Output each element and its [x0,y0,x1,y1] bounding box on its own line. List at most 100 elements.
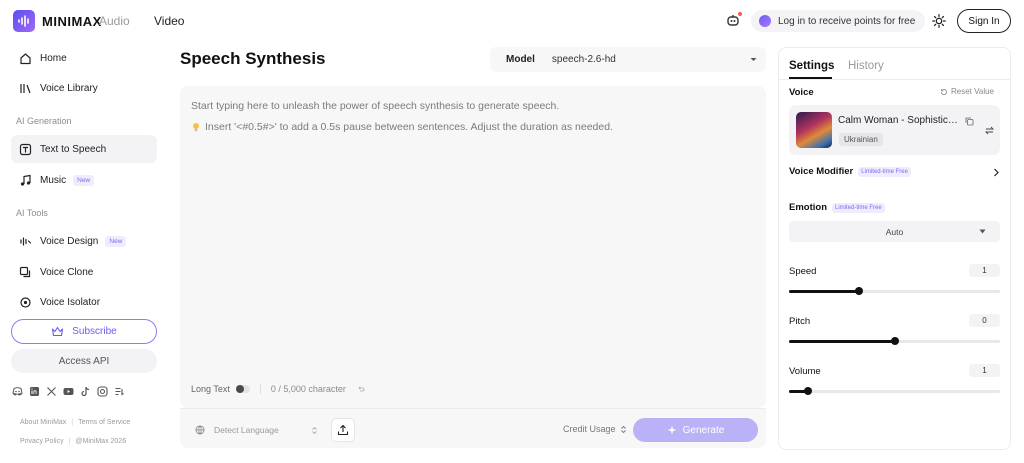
login-promo-button[interactable]: Log in to receive points for free [751,10,926,32]
char-count: 0 / 5,000 character [270,384,346,394]
model-value: speech-2.6-hd [551,54,616,65]
clear-icon[interactable] [357,385,365,393]
new-badge: New [105,235,127,247]
voice-design-icon [20,236,32,246]
globe-icon [195,425,205,435]
subscribe-label: Subscribe [72,326,117,337]
new-badge: New [73,174,95,186]
login-promo-text: Log in to receive points for free [778,15,916,27]
settings-panel: Settings History Voice Reset Value Calm … [778,47,1011,450]
editor-tip-text: Insert '<#0.5#>' to add a 0.5s pause bet… [205,121,613,133]
generate-button[interactable]: Generate [633,418,758,442]
pitch-value-input[interactable]: 0 [969,314,1000,327]
linkedin-icon[interactable] [29,384,40,396]
sidebar-item-label: Voice Isolator [40,296,101,308]
sparkle-icon [667,425,677,435]
swap-icon[interactable] [985,126,994,135]
volume-value-input[interactable]: 1 [969,364,1000,377]
emotion-value: Auto [885,226,904,237]
sidebar-item-label: Home [40,52,67,64]
sidebar-item-home[interactable]: Home [11,44,157,72]
sidebar-item-label: Voice Library [40,82,98,94]
voice-card[interactable]: Calm Woman - Sophisticated Ukrainian [789,105,1000,155]
emotion-select[interactable]: Auto [789,221,1000,242]
limited-time-badge: Limited-time Free [858,166,911,177]
tab-history[interactable]: History [848,60,884,72]
reset-value-button[interactable]: Reset Value [940,87,994,96]
sidebar-item-text-to-speech[interactable]: Text to Speech [11,135,157,163]
sidebar-item-music[interactable]: Music New [11,166,157,194]
long-text-toggle[interactable] [235,385,250,393]
model-select[interactable]: Model speech-2.6-hd [490,47,766,72]
sidebar-item-voice-clone[interactable]: Voice Clone [11,258,157,286]
points-icon [759,15,771,27]
logo-icon [13,10,35,32]
chevron-right-icon[interactable] [992,168,1000,177]
tiktok-icon[interactable] [80,384,91,397]
speed-value-input[interactable]: 1 [969,264,1000,277]
lightbulb-icon [193,123,199,132]
reset-icon [941,88,947,95]
tab-settings[interactable]: Settings [789,60,834,79]
about-link[interactable]: About MiniMax [20,419,66,426]
emotion-label: Emotion Limited-time Free [789,202,885,213]
editor-bottom-bar: Detect Language Credit Usage Generate [180,408,766,448]
tts-icon [19,143,32,155]
detect-language-select[interactable]: Detect Language [189,419,322,441]
long-text-control: Long Text 0 / 5,000 character [191,384,365,394]
top-bar: MINIMAX Audio Video Log in to receive po… [0,0,1024,42]
detect-language-label: Detect Language [214,425,279,435]
topnav-audio[interactable]: Audio [99,14,130,28]
logo[interactable]: MINIMAX [13,10,102,32]
discord-icon[interactable] [12,384,23,396]
slider-handle[interactable] [890,337,899,345]
x-icon[interactable] [46,384,57,396]
generate-label: Generate [682,424,725,436]
slider-handle[interactable] [854,287,863,295]
privacy-link[interactable]: Privacy Policy [20,438,64,445]
voice-avatar [796,112,832,148]
speed-slider[interactable] [789,287,1000,295]
sidebar-item-voice-library[interactable]: Voice Library [11,74,157,102]
voice-isolator-icon [20,296,31,308]
sidebar-item-label: Music [40,174,67,186]
sidebar-item-voice-isolator[interactable]: Voice Isolator [11,288,157,316]
page-title: Speech Synthesis [180,49,326,68]
topnav-video[interactable]: Video [154,14,184,28]
credit-usage-label: Credit Usage [563,424,616,434]
brand-name: MINIMAX [42,13,102,29]
rednote-icon[interactable] [114,384,125,396]
youtube-icon[interactable] [63,384,74,395]
caret-down-icon [979,229,986,234]
slider-handle[interactable] [803,387,812,395]
instagram-icon[interactable] [97,384,108,397]
credit-usage-toggle[interactable]: Credit Usage [563,424,627,434]
sidebar-item-label: Text to Speech [40,143,107,155]
section-label-ai-generation: AI Generation [16,116,72,126]
text-editor[interactable]: Start typing here to unleash the power o… [180,86,766,408]
voice-modifier-label[interactable]: Voice Modifier Limited-time Free [789,166,911,177]
sidebar-item-voice-design[interactable]: Voice Design New [11,227,157,255]
social-links [12,384,125,397]
home-icon [20,52,31,64]
library-icon [20,83,31,93]
notification-dot [738,12,742,16]
volume-slider[interactable] [789,387,1000,395]
updown-icon [312,426,317,435]
upload-icon [337,424,349,436]
access-api-button[interactable]: Access API [11,349,157,373]
voice-clone-icon [19,266,31,277]
footer-links-row-1: About MiniMax | Terms of Service [20,419,131,426]
editor-tip: Insert '<#0.5#>' to add a 0.5s pause bet… [191,121,613,133]
reset-value-label: Reset Value [951,87,994,96]
sun-icon[interactable] [932,14,946,28]
terms-link[interactable]: Terms of Service [78,419,130,426]
upload-button[interactable] [331,418,355,442]
model-label: Model [506,54,535,65]
sign-in-button[interactable]: Sign In [957,9,1011,33]
pitch-slider[interactable] [789,337,1000,345]
copy-icon[interactable] [965,117,974,126]
caret-down-icon [750,58,757,61]
subscribe-button[interactable]: Subscribe [11,319,157,344]
volume-label: Volume [789,366,821,377]
